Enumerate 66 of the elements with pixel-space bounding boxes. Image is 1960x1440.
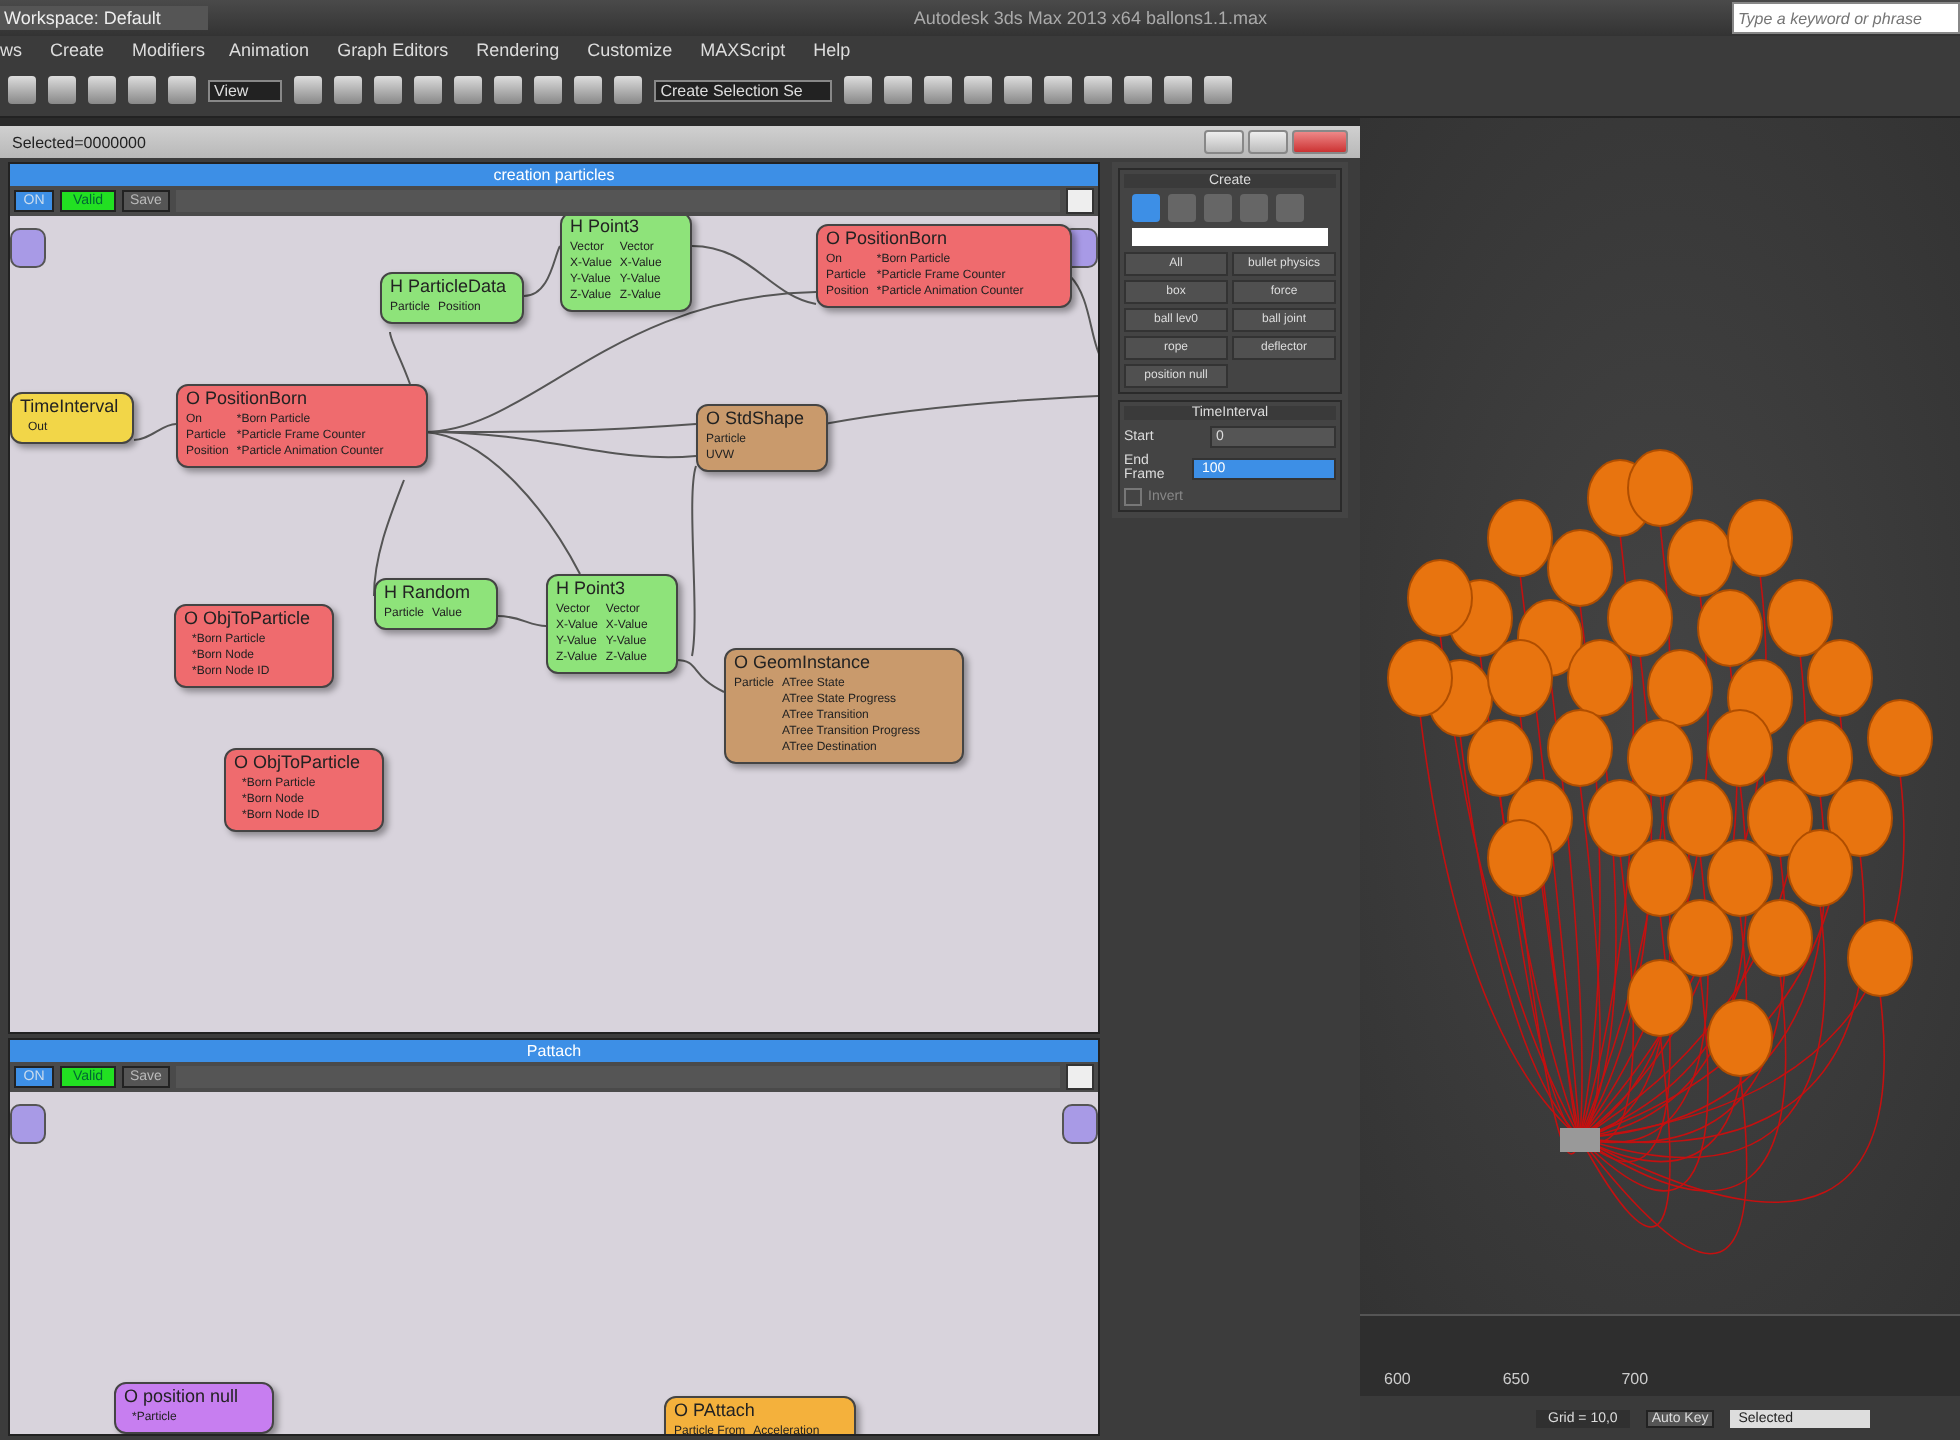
toolbar-tool-icon[interactable]: [614, 76, 643, 104]
toolbar-tool-icon[interactable]: [574, 76, 603, 104]
menu-item[interactable]: MAXScript: [700, 40, 786, 60]
toolbar-tool-icon[interactable]: [1084, 76, 1113, 104]
wire: [1069, 275, 1098, 357]
expand-icon[interactable]: [1066, 188, 1094, 214]
frame-number: 700: [1621, 1370, 1649, 1388]
panel-title: creation particles: [10, 164, 1098, 186]
frame-number: 600: [1384, 1370, 1411, 1388]
node-title: O StdShape: [706, 408, 807, 428]
node-title: O position null: [124, 1386, 241, 1406]
toolbar-tool-icon[interactable]: [1164, 76, 1193, 104]
output-port-node[interactable]: [1062, 1104, 1098, 1144]
frame-number: 650: [1502, 1370, 1530, 1388]
node-title: O GeomInstance: [734, 652, 873, 672]
toolbar-tool-icon[interactable]: [294, 76, 323, 104]
panel-title: Pattach: [10, 1040, 1098, 1062]
node-title: H Point3: [570, 216, 642, 236]
toolbar-tool-icon[interactable]: [494, 76, 523, 104]
menu-item[interactable]: Graph Editors: [337, 40, 449, 60]
window-title: Autodesk 3ds Max 2013 x64 ballons1.1.max: [911, 8, 1269, 28]
toolbar-tool-icon[interactable]: [1124, 76, 1153, 104]
toolbar-tool-icon[interactable]: [1044, 76, 1073, 104]
workspace-dropdown[interactable]: Workspace: Default: [0, 6, 209, 30]
toolbar-tool-icon[interactable]: [374, 76, 403, 104]
node-title: O PositionBorn: [826, 228, 950, 248]
node-title: H Point3: [556, 578, 628, 598]
editor-title: Selected=0000000: [12, 133, 148, 151]
wire: [133, 423, 177, 441]
menu-item[interactable]: Rendering: [476, 40, 560, 60]
toolbar-tool-icon[interactable]: [454, 76, 483, 104]
input-port-node[interactable]: [10, 228, 46, 268]
input-port-node[interactable]: [10, 1104, 46, 1144]
node-title: TimeInterval: [20, 396, 121, 416]
menu-item[interactable]: Animation: [229, 40, 310, 60]
node-title: H Random: [384, 582, 473, 602]
selection-set-dropdown[interactable]: Create Selection Se: [654, 79, 833, 101]
toolbar-tool-icon[interactable]: [964, 76, 993, 104]
toolbar-tool-icon[interactable]: [334, 76, 363, 104]
expand-icon[interactable]: [1066, 1064, 1094, 1090]
toolbar-tool-icon[interactable]: [414, 76, 443, 104]
node-title: H ParticleData: [390, 276, 509, 296]
wire: [497, 615, 547, 627]
toolbar-tool-icon[interactable]: [1004, 76, 1033, 104]
menu-item[interactable]: Create: [50, 40, 105, 60]
maximize-button[interactable]: [1248, 130, 1288, 154]
node-title: O PositionBorn: [186, 388, 310, 408]
menu-item[interactable]: Modifiers: [132, 40, 206, 60]
timeline[interactable]: 600 650 700: [1360, 1314, 1960, 1396]
menu-item[interactable]: Help: [813, 40, 851, 60]
toolbar-tool-icon[interactable]: [884, 76, 913, 104]
checkbox[interactable]: [1124, 488, 1142, 506]
minimize-button[interactable]: [1204, 130, 1244, 154]
view-dropdown[interactable]: View: [208, 79, 283, 101]
wire: [389, 331, 411, 385]
menu-item[interactable]: Customize: [587, 40, 673, 60]
node-title: O PAttach: [674, 1400, 757, 1420]
node-title: O ObjToParticle: [234, 752, 363, 772]
menu-item[interactable]: ws: [0, 40, 22, 60]
toolbar-tool-icon[interactable]: [844, 76, 873, 104]
search-field[interactable]: Type a keyword or phrase: [1732, 2, 1960, 34]
toolbar-tool-icon[interactable]: [924, 76, 953, 104]
wire: [373, 479, 405, 597]
toolbar-tool-icon[interactable]: [534, 76, 563, 104]
toolbar-tool-icon[interactable]: [1204, 76, 1233, 104]
node-title: O ObjToParticle: [184, 608, 313, 628]
